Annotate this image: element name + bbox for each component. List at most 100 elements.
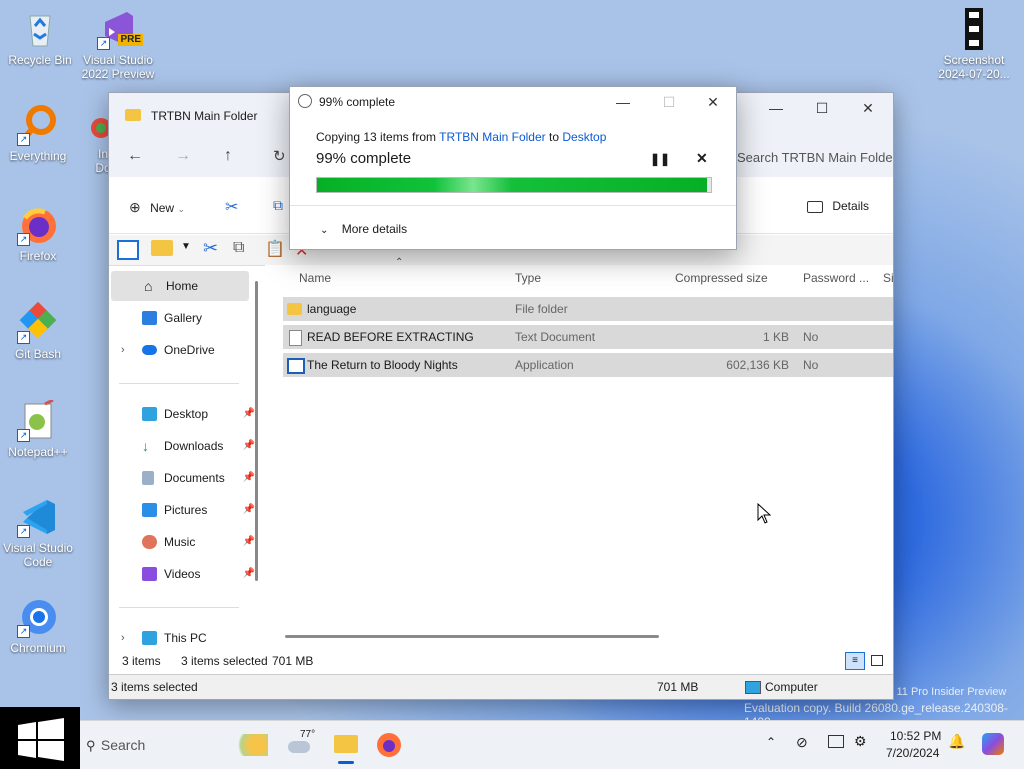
pin-icon[interactable]: 📌 <box>243 431 255 461</box>
clock-icon <box>298 94 312 108</box>
paste-icon[interactable]: 📋 <box>265 239 285 259</box>
weather-widget[interactable]: 77° <box>288 729 320 761</box>
details-button[interactable]: Details <box>807 199 869 213</box>
chevron-up-icon[interactable]: ⌃ <box>766 735 776 749</box>
cut-icon[interactable]: ✂ <box>225 197 238 217</box>
desktop-icon-label: Visual Studio Code <box>3 541 73 569</box>
desktop-icon-recycle-bin[interactable]: Recycle Bin <box>2 8 78 67</box>
column-header-password[interactable]: Password ... <box>803 271 869 285</box>
desktop-icon-firefox[interactable]: ↗ Firefox <box>0 204 76 263</box>
settings-icon[interactable]: ⚙ <box>854 733 867 750</box>
weather-temp: 77° <box>300 729 316 740</box>
desktop-icon-screenshot[interactable]: Screenshot 2024-07-20... <box>936 8 1012 81</box>
shortcut-arrow-icon: ↗ <box>17 331 30 344</box>
details-view-icon[interactable]: ≡ <box>845 652 865 670</box>
copy-progress-dialog[interactable]: 99% complete — ☐ ✕ Copying 13 items from… <box>289 86 737 250</box>
start-button[interactable] <box>0 707 80 769</box>
nav-item-onedrive[interactable]: › OneDrive <box>109 335 247 365</box>
search-label: Search <box>100 737 146 753</box>
taskbar-search[interactable]: ⚲ Search <box>86 730 276 760</box>
maximize-button[interactable]: ☐ <box>799 93 845 123</box>
nav-item-videos[interactable]: Videos 📌 <box>109 559 255 589</box>
vscode-icon: ↗ <box>17 496 59 538</box>
nav-item-gallery[interactable]: Gallery <box>109 303 247 333</box>
nav-item-home[interactable]: ⌂ Home <box>111 271 249 301</box>
source-link[interactable]: TRTBN Main Folder <box>439 130 545 144</box>
firefox-taskbar-icon[interactable] <box>375 731 403 759</box>
copy-progress-bar <box>316 177 712 193</box>
sort-indicator-icon: ⌃ <box>395 257 404 268</box>
chevron-down-icon: ⌄ <box>177 204 185 214</box>
pin-icon[interactable]: 📌 <box>243 527 255 557</box>
taskbar-date[interactable]: 7/20/2024 <box>886 746 939 760</box>
pause-icon[interactable]: ❚❚ <box>650 152 670 166</box>
copy-icon[interactable]: ⧉ <box>273 197 283 214</box>
app-icon <box>87 116 111 144</box>
desktop-icon-everything[interactable]: ↗ Everything <box>0 104 76 163</box>
shortcut-arrow-icon: ↗ <box>17 233 30 246</box>
status-item-count: 3 items <box>122 654 161 668</box>
pin-icon[interactable]: 📌 <box>243 559 255 589</box>
column-header-si[interactable]: Si <box>883 271 894 285</box>
nav-item-pictures[interactable]: Pictures 📌 <box>109 495 255 525</box>
pin-icon[interactable]: 📌 <box>243 463 255 493</box>
column-header-type[interactable]: Type <box>515 271 541 285</box>
gallery-icon <box>142 311 157 325</box>
display-icon[interactable] <box>828 735 844 748</box>
shortcut-arrow-icon: ↗ <box>97 37 110 50</box>
folder-icon <box>287 303 302 315</box>
network-off-icon[interactable]: ⊘ <box>796 734 808 751</box>
pin-icon[interactable]: 📌 <box>243 495 255 525</box>
dropdown-arrow-icon[interactable]: ▼ <box>181 241 191 252</box>
nav-item-downloads[interactable]: ↓ Downloads 📌 <box>109 431 255 461</box>
new-button[interactable]: ⊕ New ⌄ <box>129 199 185 216</box>
git-bash-icon: ↗ <box>17 301 59 344</box>
table-row[interactable]: The Return to Bloody Nights Application … <box>283 353 893 377</box>
row-type: Text Document <box>515 330 596 344</box>
home-icon: ⌂ <box>144 278 153 294</box>
legacy-status-bar: 3 items selected 701 MB Computer <box>109 674 893 699</box>
nav-item-music[interactable]: Music 📌 <box>109 527 255 557</box>
pictures-icon <box>142 503 157 517</box>
column-header-name[interactable]: Name <box>299 271 331 285</box>
more-details-button[interactable]: ⌄ More details <box>320 222 407 236</box>
desktop-icon-label: Recycle Bin <box>8 53 72 67</box>
column-header-compressed-size[interactable]: Compressed size <box>675 271 768 285</box>
destination-link[interactable]: Desktop <box>562 130 606 144</box>
desktop-icon-notepadpp[interactable]: ↗ Notepad++ <box>0 398 76 459</box>
nav-item-documents[interactable]: Documents 📌 <box>109 463 255 493</box>
refresh-icon[interactable]: ↻ <box>273 147 286 165</box>
nav-item-desktop[interactable]: Desktop 📌 <box>109 399 255 429</box>
back-arrow-icon[interactable]: ← <box>127 147 143 165</box>
nav-scrollbar[interactable] <box>255 281 258 581</box>
taskbar-time[interactable]: 10:52 PM <box>890 729 941 743</box>
horizontal-scrollbar[interactable] <box>285 635 659 638</box>
select-folder-icon[interactable] <box>151 240 173 256</box>
everything-icon: ↗ <box>17 104 59 146</box>
up-arrow-icon[interactable]: ↑ <box>224 147 232 165</box>
close-button[interactable]: ✕ <box>690 87 736 117</box>
desktop-icon-git-bash[interactable]: ↗ Git Bash <box>0 301 76 361</box>
search-highlight-icon <box>232 734 268 756</box>
divider <box>119 607 239 608</box>
large-icons-view-icon[interactable] <box>871 655 883 666</box>
cut-icon[interactable]: ✂ <box>203 238 218 259</box>
table-row[interactable]: language File folder <box>283 297 893 321</box>
close-button[interactable]: ✕ <box>845 93 891 123</box>
desktop-icon-vscode[interactable]: ↗ Visual Studio Code <box>0 496 76 569</box>
minimize-button[interactable]: — <box>753 93 799 123</box>
pin-icon[interactable]: 📌 <box>243 399 255 429</box>
desktop-icon-visual-studio-preview[interactable]: PRE ↗ Visual Studio 2022 Preview <box>80 8 156 81</box>
notification-bell-icon[interactable]: 🔔 <box>948 733 965 750</box>
forward-arrow-icon[interactable]: → <box>175 147 191 165</box>
cancel-icon[interactable]: ✕ <box>696 150 708 167</box>
file-explorer-taskbar-icon[interactable] <box>332 731 360 764</box>
recycle-bin-icon <box>19 8 61 50</box>
search-input[interactable]: Search TRTBN Main Folder <box>737 150 893 165</box>
nav-pane-toggle-icon[interactable] <box>117 240 139 260</box>
copy-icon[interactable]: ⧉ <box>233 239 244 257</box>
copilot-icon[interactable] <box>982 733 1004 755</box>
desktop-icon-chromium[interactable]: ↗ Chromium <box>0 596 76 655</box>
minimize-button[interactable]: — <box>600 87 646 117</box>
table-row[interactable]: READ BEFORE EXTRACTING Text Document 1 K… <box>283 325 893 349</box>
